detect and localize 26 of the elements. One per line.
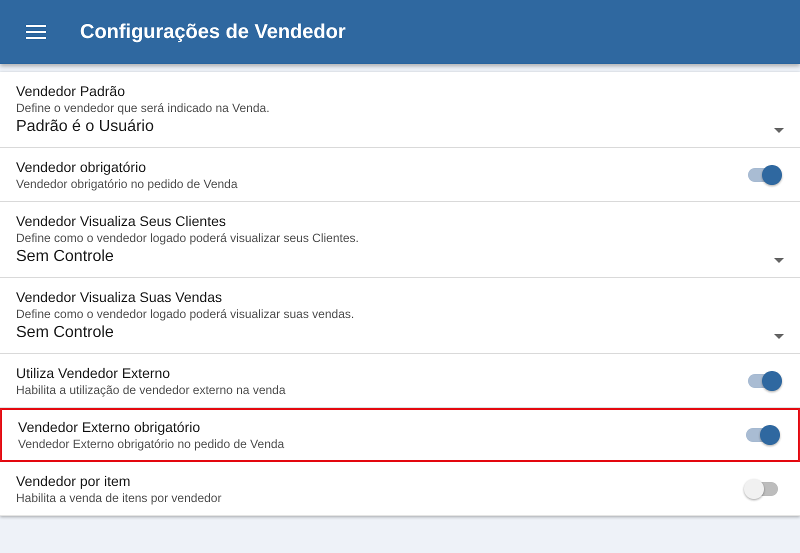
- setting-title: Vendedor por item: [16, 472, 132, 490]
- dropdown-value[interactable]: Sem Controle: [16, 322, 114, 344]
- caret-icon[interactable]: [774, 258, 784, 263]
- menu-icon[interactable]: [26, 25, 46, 39]
- setting-description: Vendedor obrigatório no pedido de Venda: [16, 176, 239, 192]
- toggle-switch[interactable]: [744, 424, 778, 446]
- setting-description: Habilita a venda de itens por vendedor: [16, 490, 222, 506]
- dropdown-value[interactable]: Padrão é o Usuário: [16, 116, 154, 138]
- toggle-switch[interactable]: [746, 370, 780, 392]
- setting-title: Vendedor Padrão: [16, 82, 126, 100]
- toggle-switch[interactable]: [746, 164, 780, 186]
- setting-title: Vendedor Visualiza Seus Clientes: [16, 212, 227, 230]
- dropdown-value[interactable]: Sem Controle: [16, 246, 114, 268]
- setting-description: Define como o vendedor logado poderá visualizar seus Clientes.: [16, 230, 360, 246]
- setting-title: Vendedor Visualiza Suas Vendas: [16, 288, 224, 306]
- caret-icon[interactable]: [774, 334, 784, 339]
- setting-description: Define o vendedor que será indicado na Venda.: [16, 100, 271, 116]
- caret-icon[interactable]: [774, 128, 784, 133]
- setting-title: Utiliza Vendedor Externo: [16, 364, 172, 382]
- setting-title: Vendedor Externo obrigatório: [18, 418, 202, 436]
- setting-title: Vendedor obrigatório: [16, 158, 147, 176]
- setting-description: Habilita a utilização de vendedor externo na venda: [16, 382, 287, 398]
- toggle-switch[interactable]: [746, 478, 780, 500]
- setting-description: Define como o vendedor logado poderá visualizar suas vendas.: [16, 306, 356, 322]
- screen-title: Configurações de Vendedor: [80, 20, 346, 44]
- setting-description: Vendedor Externo obrigatório no pedido de Venda: [18, 436, 286, 452]
